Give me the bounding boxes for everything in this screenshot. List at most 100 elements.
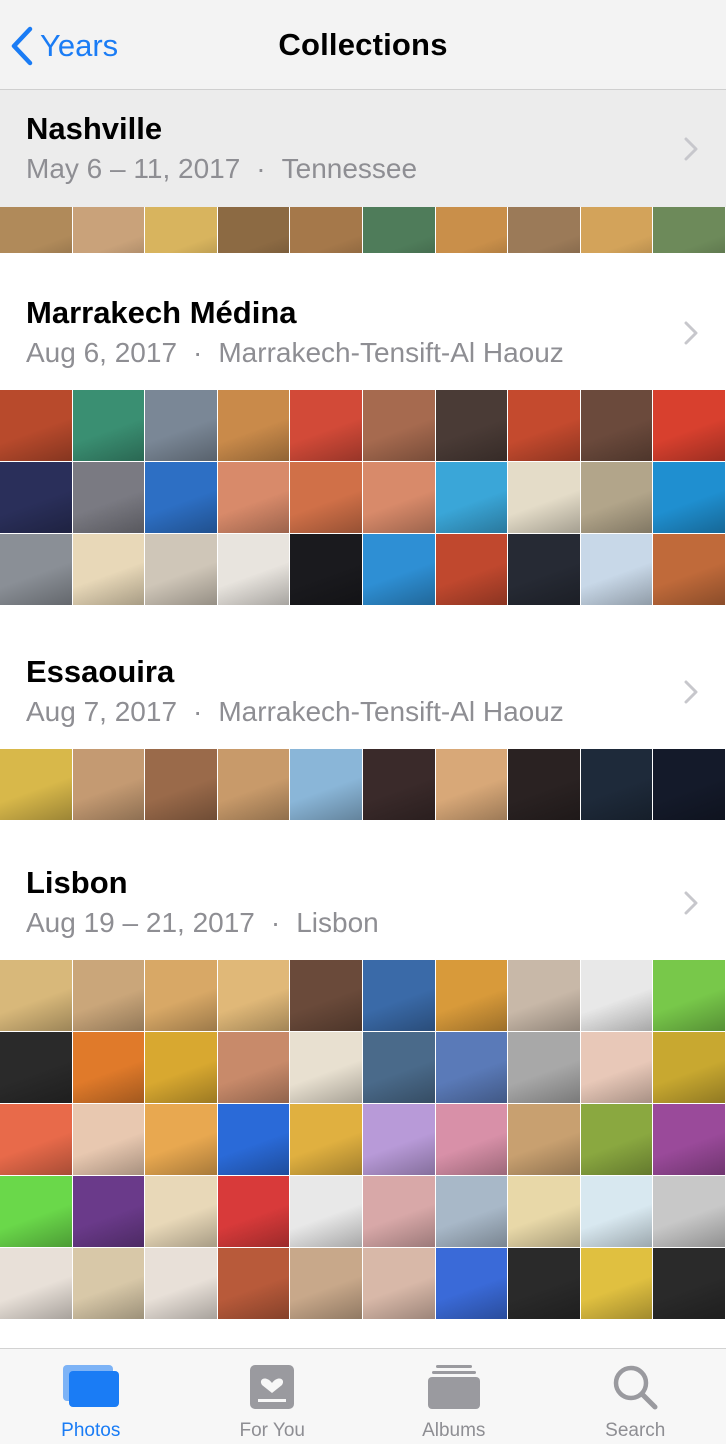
photo-thumbnail[interactable] bbox=[0, 1248, 73, 1320]
photo-thumbnail[interactable] bbox=[653, 462, 726, 534]
photo-thumbnail[interactable] bbox=[362, 960, 436, 1032]
photo-thumbnail[interactable] bbox=[290, 1176, 363, 1248]
photo-thumbnail[interactable] bbox=[0, 1176, 73, 1248]
collection-header[interactable]: Marrakech Médina Aug 6, 2017 · Marrakech-T… bbox=[0, 253, 726, 390]
tab-search[interactable]: Search bbox=[545, 1349, 726, 1444]
photo-thumbnail[interactable] bbox=[362, 534, 436, 606]
photo-thumbnail[interactable] bbox=[580, 749, 654, 821]
photo-thumbnail[interactable] bbox=[290, 749, 363, 821]
photo-thumbnail[interactable] bbox=[145, 1104, 218, 1176]
photo-thumbnail[interactable] bbox=[217, 1248, 291, 1320]
collection-header[interactable]: Essaouira Aug 7, 2017 · Marrakech-Tensift-… bbox=[0, 612, 726, 749]
photo-thumbnail[interactable] bbox=[0, 534, 73, 606]
photo-thumbnail[interactable] bbox=[145, 749, 218, 821]
photo-thumbnail[interactable] bbox=[0, 462, 73, 534]
photo-thumbnail[interactable] bbox=[362, 749, 436, 821]
tab-albums[interactable]: Albums bbox=[363, 1349, 545, 1444]
photo-thumbnail[interactable] bbox=[435, 462, 509, 534]
photo-thumbnail[interactable] bbox=[145, 1032, 218, 1104]
photo-thumbnail[interactable] bbox=[290, 1104, 363, 1176]
photo-thumbnail[interactable] bbox=[508, 960, 581, 1032]
photo-thumbnail[interactable] bbox=[435, 1176, 509, 1248]
photo-thumbnail[interactable] bbox=[145, 462, 218, 534]
photo-thumbnail[interactable] bbox=[435, 1248, 509, 1320]
photo-thumbnail[interactable] bbox=[508, 749, 581, 821]
photo-thumbnail[interactable] bbox=[217, 960, 291, 1032]
photo-thumbnail[interactable] bbox=[72, 462, 146, 534]
photo-thumbnail[interactable] bbox=[145, 1176, 218, 1248]
photos-icon bbox=[62, 1365, 119, 1407]
photo-thumbnail[interactable] bbox=[435, 390, 509, 462]
photo-thumbnail[interactable] bbox=[145, 390, 218, 462]
photo-thumbnail[interactable] bbox=[217, 1032, 291, 1104]
photo-thumbnail[interactable] bbox=[435, 534, 509, 606]
photo-thumbnail[interactable] bbox=[435, 1032, 509, 1104]
photo-thumbnail[interactable] bbox=[653, 1176, 726, 1248]
photo-thumbnail[interactable] bbox=[0, 960, 73, 1032]
photo-thumbnail[interactable] bbox=[580, 390, 654, 462]
photo-thumbnail[interactable] bbox=[508, 534, 581, 606]
photo-thumbnail[interactable] bbox=[290, 534, 363, 606]
collection-header[interactable]: Nashville May 6 – 11, 2017 · Tennessee bbox=[0, 90, 726, 207]
photo-thumbnail[interactable] bbox=[72, 1104, 146, 1176]
photo-thumbnail[interactable] bbox=[580, 960, 654, 1032]
photo-thumbnail[interactable] bbox=[580, 1176, 654, 1248]
photo-thumbnail[interactable] bbox=[0, 1104, 73, 1176]
photo-thumbnail[interactable] bbox=[508, 1248, 581, 1320]
photo-thumbnail[interactable] bbox=[72, 960, 146, 1032]
photo-thumbnail[interactable] bbox=[653, 1248, 726, 1320]
photo-thumbnail[interactable] bbox=[290, 462, 363, 534]
photo-thumbnail[interactable] bbox=[72, 390, 146, 462]
photo-thumbnail[interactable] bbox=[290, 390, 363, 462]
photo-thumbnail[interactable] bbox=[653, 390, 726, 462]
photo-thumbnail[interactable] bbox=[217, 462, 291, 534]
photo-thumbnail[interactable] bbox=[508, 462, 581, 534]
photo-thumbnail[interactable] bbox=[290, 1032, 363, 1104]
photo-thumbnail[interactable] bbox=[580, 1104, 654, 1176]
photo-thumbnail[interactable] bbox=[145, 534, 218, 606]
photo-thumbnail[interactable] bbox=[580, 534, 654, 606]
photo-thumbnail[interactable] bbox=[145, 1248, 218, 1320]
photo-thumbnail[interactable] bbox=[362, 1032, 436, 1104]
photo-thumbnail[interactable] bbox=[435, 749, 509, 821]
photo-thumbnail[interactable] bbox=[653, 960, 726, 1032]
photo-thumbnail[interactable] bbox=[145, 960, 218, 1032]
tab-photos[interactable]: Photos bbox=[0, 1349, 182, 1444]
photo-thumbnail[interactable] bbox=[435, 1104, 509, 1176]
photo-thumbnail[interactable] bbox=[72, 749, 146, 821]
photo-thumbnail[interactable] bbox=[653, 1104, 726, 1176]
photo-thumbnail[interactable] bbox=[508, 1032, 581, 1104]
photo-thumbnail[interactable] bbox=[217, 1104, 291, 1176]
photo-thumbnail[interactable] bbox=[217, 749, 291, 821]
photo-thumbnail[interactable] bbox=[508, 390, 581, 462]
photo-thumbnail[interactable] bbox=[580, 462, 654, 534]
photo-thumbnail[interactable] bbox=[362, 462, 436, 534]
photo-thumbnail[interactable] bbox=[580, 1032, 654, 1104]
photo-thumbnail[interactable] bbox=[217, 534, 291, 606]
photo-thumbnail[interactable] bbox=[0, 390, 73, 462]
photo-thumbnail[interactable] bbox=[72, 1176, 146, 1248]
collection-header[interactable]: Lisbon Aug 19 – 21, 2017 · Lisbon bbox=[0, 823, 726, 960]
tab-for-you[interactable]: For You bbox=[182, 1349, 364, 1444]
photo-thumbnail[interactable] bbox=[217, 390, 291, 462]
photo-thumbnail[interactable] bbox=[435, 960, 509, 1032]
photo-thumbnail[interactable] bbox=[0, 749, 73, 821]
photo-thumbnail[interactable] bbox=[653, 1032, 726, 1104]
photo-thumbnail[interactable] bbox=[508, 1176, 581, 1248]
photo-thumbnail[interactable] bbox=[580, 1248, 654, 1320]
photo-thumbnail[interactable] bbox=[362, 1176, 436, 1248]
photo-thumbnail[interactable] bbox=[362, 390, 436, 462]
photo-thumbnail[interactable] bbox=[362, 1248, 436, 1320]
photo-thumbnail[interactable] bbox=[290, 960, 363, 1032]
photo-thumbnail[interactable] bbox=[72, 534, 146, 606]
photo-thumbnail[interactable] bbox=[72, 1032, 146, 1104]
photo-thumbnail[interactable] bbox=[72, 1248, 146, 1320]
photo-thumbnail[interactable] bbox=[653, 749, 726, 821]
photo-thumbnail[interactable] bbox=[508, 1104, 581, 1176]
collection-dates: Aug 7, 2017 bbox=[26, 696, 178, 727]
photo-thumbnail[interactable] bbox=[217, 1176, 291, 1248]
photo-thumbnail[interactable] bbox=[0, 1032, 73, 1104]
photo-thumbnail[interactable] bbox=[290, 1248, 363, 1320]
photo-thumbnail[interactable] bbox=[653, 534, 726, 606]
photo-thumbnail[interactable] bbox=[362, 1104, 436, 1176]
